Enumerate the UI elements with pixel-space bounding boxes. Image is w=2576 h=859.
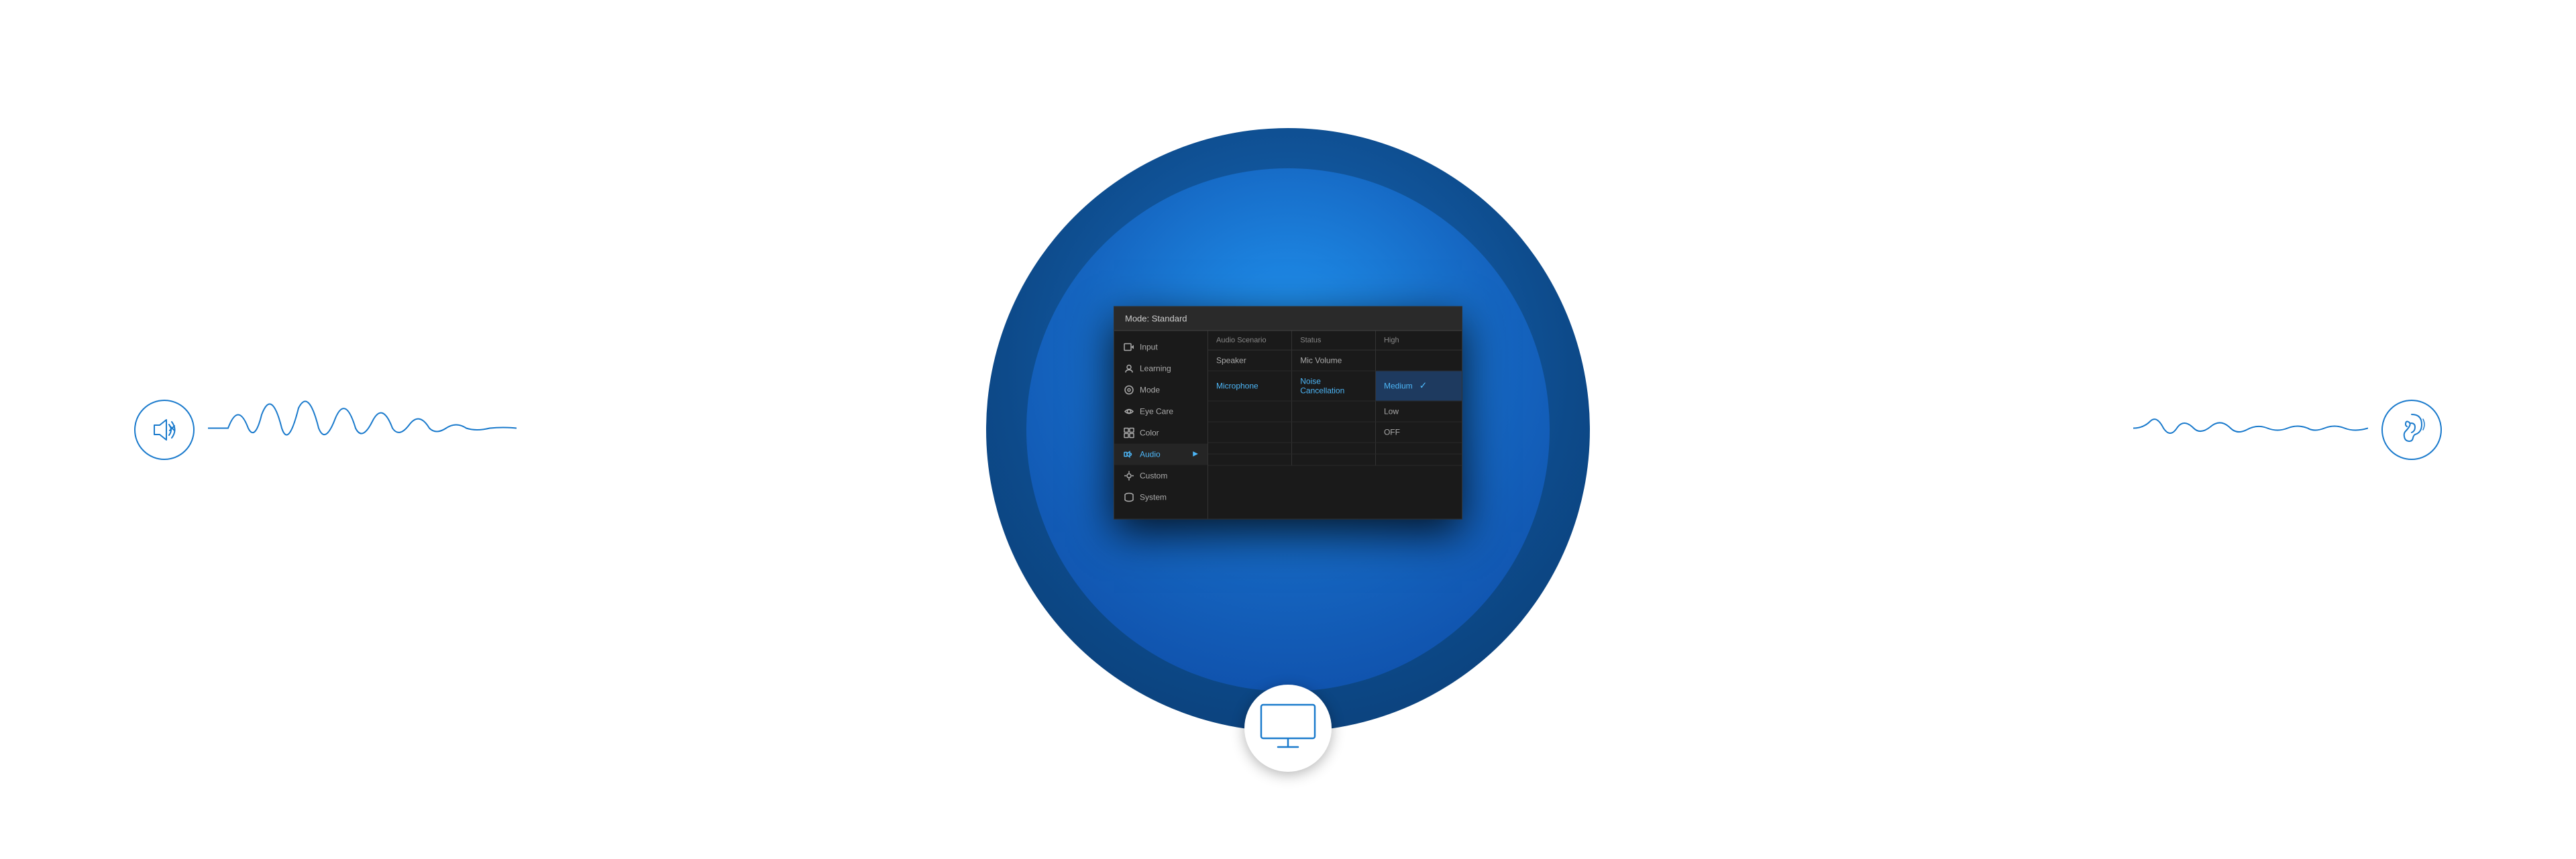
col-header-status: Status	[1292, 331, 1376, 350]
nav-label-eyecare: Eye Care	[1140, 406, 1173, 416]
cell-empty7	[1292, 454, 1376, 465]
check-icon: ✓	[1419, 380, 1428, 391]
osd-nav-menu: Input Learning Mode	[1114, 331, 1208, 518]
nav-item-audio[interactable]: Audio ▶	[1114, 443, 1208, 465]
speaker-icon-container	[134, 400, 195, 460]
col-header-scenario: Audio Scenario	[1208, 331, 1292, 350]
nav-label-learning: Learning	[1140, 363, 1171, 373]
osd-right-panel: Audio Scenario Status High Speaker Mic V…	[1208, 331, 1462, 518]
cell-empty4	[1292, 443, 1376, 454]
table-row	[1208, 454, 1462, 465]
learning-icon	[1124, 363, 1134, 374]
cell-scenario-speaker: Speaker	[1208, 350, 1292, 371]
cell-scenario-empty	[1208, 401, 1292, 422]
ear-icon-container	[2381, 400, 2442, 460]
cell-scenario-empty2	[1208, 422, 1292, 443]
eyecare-icon	[1124, 406, 1134, 416]
mode-icon	[1124, 384, 1134, 395]
nav-item-input[interactable]: Input	[1114, 336, 1208, 357]
speaker-icon	[148, 413, 181, 447]
cell-value-empty1	[1375, 350, 1462, 371]
table-row[interactable]: OFF	[1208, 422, 1462, 443]
nav-label-system: System	[1140, 492, 1167, 502]
left-waveform	[208, 388, 517, 471]
osd-content: Input Learning Mode	[1114, 331, 1462, 518]
table-row[interactable]: Low	[1208, 401, 1462, 422]
input-icon	[1124, 341, 1134, 352]
osd-titlebar: Mode: Standard	[1114, 306, 1462, 331]
system-icon	[1124, 492, 1134, 502]
nav-item-eyecare[interactable]: Eye Care	[1114, 400, 1208, 422]
nav-label-mode: Mode	[1140, 385, 1160, 394]
cell-empty6	[1208, 454, 1292, 465]
cell-status-empty	[1292, 401, 1376, 422]
table-row[interactable]: Speaker Mic Volume	[1208, 350, 1462, 371]
nav-item-learning[interactable]: Learning	[1114, 357, 1208, 379]
cell-scenario-microphone: Microphone	[1208, 371, 1292, 401]
cell-empty5	[1375, 443, 1462, 454]
nav-label-audio: Audio	[1140, 449, 1161, 459]
nav-label-custom: Custom	[1140, 471, 1167, 480]
audio-table: Audio Scenario Status High Speaker Mic V…	[1208, 331, 1462, 465]
custom-icon	[1124, 470, 1134, 481]
table-header-row: Audio Scenario Status High	[1208, 331, 1462, 350]
table-row	[1208, 443, 1462, 454]
col-header-value: High	[1375, 331, 1462, 350]
table-row[interactable]: Microphone Noise Cancellation Medium ✓	[1208, 371, 1462, 401]
cell-status-empty2	[1292, 422, 1376, 443]
cell-status-noisecancellation: Noise Cancellation	[1292, 371, 1376, 401]
monitor-svg	[1258, 701, 1318, 755]
right-waveform	[2133, 401, 2368, 458]
cell-value-low[interactable]: Low	[1375, 401, 1462, 422]
nav-label-input: Input	[1140, 342, 1158, 351]
audio-icon	[1124, 449, 1134, 459]
cell-empty3	[1208, 443, 1292, 454]
nav-item-color[interactable]: Color	[1114, 422, 1208, 443]
speaker-circle	[134, 400, 195, 460]
monitor-illustration	[1244, 685, 1332, 772]
ear-icon	[2395, 411, 2428, 448]
nav-item-system[interactable]: System	[1114, 486, 1208, 508]
monitor-circle	[1244, 685, 1332, 772]
osd-title: Mode: Standard	[1125, 313, 1187, 323]
cell-value-off[interactable]: OFF	[1375, 422, 1462, 443]
nav-arrow-audio: ▶	[1193, 451, 1198, 458]
osd-window: Mode: Standard Input Learning	[1114, 306, 1462, 519]
cell-value-medium[interactable]: Medium ✓	[1375, 371, 1462, 401]
cell-empty8	[1375, 454, 1462, 465]
cell-status-micvolume: Mic Volume	[1292, 350, 1376, 371]
color-icon	[1124, 427, 1134, 438]
nav-item-custom[interactable]: Custom	[1114, 465, 1208, 486]
nav-label-color: Color	[1140, 428, 1159, 437]
nav-item-mode[interactable]: Mode	[1114, 379, 1208, 400]
ear-circle	[2381, 400, 2442, 460]
